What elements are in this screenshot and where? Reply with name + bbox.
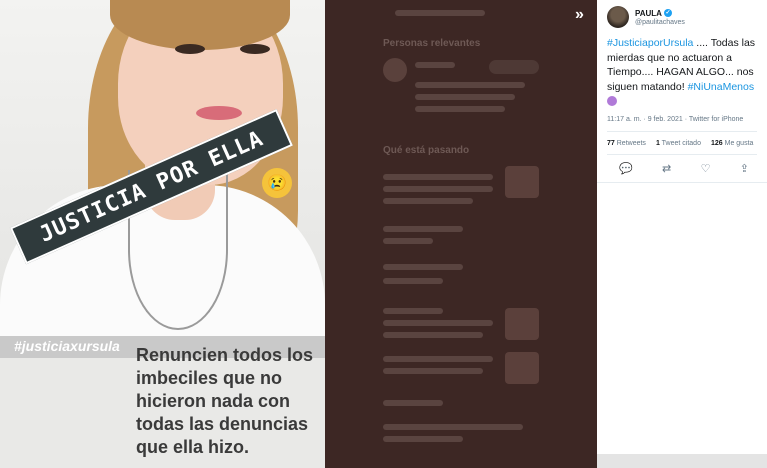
reply-icon[interactable]: 💬	[619, 162, 633, 175]
backdrop-line	[383, 308, 443, 314]
tweet-header: PAULA ✓ @paulitachaves	[607, 6, 685, 28]
crying-emoji-icon: 😢	[262, 168, 292, 198]
backdrop-line	[383, 368, 483, 374]
author-handle[interactable]: @paulitachaves	[635, 19, 685, 26]
likes-label: Me gusta	[724, 140, 754, 147]
retweets-stat[interactable]: 77 Retweets	[607, 140, 646, 147]
backdrop-line	[415, 106, 505, 112]
likes-stat[interactable]: 126 Me gusta	[711, 140, 753, 147]
likes-count: 126	[710, 140, 723, 147]
backdrop-line	[383, 238, 433, 244]
retweets-label: Retweets	[616, 140, 646, 147]
backdrop-follow-pill	[489, 60, 539, 74]
author-names: PAULA ✓ @paulitachaves	[635, 9, 685, 26]
backdrop-avatar	[383, 58, 407, 82]
hashtag-link[interactable]: #JusticiaporUrsula	[607, 37, 693, 49]
backdrop-line	[415, 62, 455, 68]
backdrop-line	[383, 278, 443, 284]
photo-eye-left	[175, 44, 205, 54]
dimmed-twitter-backdrop: » Personas relevantes Qué está pasando	[325, 0, 597, 468]
panel-bottom-bar	[597, 454, 767, 468]
backdrop-line	[383, 174, 493, 180]
story-image: JUSTICIA POR ELLA 😢 #justiciaxursula Ren…	[0, 0, 325, 468]
backdrop-line	[383, 356, 493, 362]
avatar[interactable]	[607, 6, 629, 28]
double-chevron-right-icon[interactable]: »	[575, 6, 584, 24]
story-hashtag: #justiciaxursula	[14, 338, 120, 354]
quotes-label: Tweet citado	[661, 140, 701, 147]
backdrop-line	[383, 226, 463, 232]
tweet-stats: 77 Retweets 1 Tweet citado 126 Me gusta	[607, 140, 753, 147]
verified-badge-icon: ✓	[663, 9, 672, 17]
backdrop-section-whats-happening: Qué está pasando	[383, 145, 470, 156]
screenshot-composite: JUSTICIA POR ELLA 😢 #justiciaxursula Ren…	[0, 0, 767, 468]
backdrop-section-relevant-people: Personas relevantes	[383, 38, 481, 49]
backdrop-line	[383, 198, 473, 204]
backdrop-line	[383, 186, 493, 192]
backdrop-search-placeholder	[395, 10, 485, 16]
backdrop-line	[383, 320, 493, 326]
tweet-card: PAULA ✓ @paulitachaves #JusticiaporUrsul…	[597, 0, 767, 468]
quotes-count: 1	[655, 140, 660, 147]
tweet-actions: 💬 ⇄ ♡ ⇪	[619, 162, 749, 175]
tweet-timestamp[interactable]: 11:17 a. m. · 9 feb. 2021 · Twitter for …	[607, 116, 743, 123]
backdrop-thumbnail	[505, 166, 539, 198]
backdrop-line	[415, 82, 525, 88]
backdrop-thumbnail	[505, 308, 539, 340]
backdrop-line	[383, 264, 463, 270]
hashtag-link[interactable]: #NiUnaMenos	[688, 81, 755, 93]
divider	[607, 131, 757, 132]
like-icon[interactable]: ♡	[701, 162, 711, 175]
story-caption: Renuncien todos los imbeciles que no hic…	[136, 345, 314, 457]
divider	[597, 182, 767, 183]
backdrop-line	[415, 94, 515, 100]
story-photo: JUSTICIA POR ELLA 😢	[0, 0, 325, 336]
backdrop-line	[383, 400, 443, 406]
divider	[607, 154, 757, 155]
backdrop-line	[383, 424, 523, 430]
retweets-count: 77	[607, 140, 615, 147]
photo-eye-right	[240, 44, 270, 54]
author-display-name[interactable]: PAULA ✓	[635, 9, 685, 18]
share-icon[interactable]: ⇪	[740, 162, 749, 175]
tweet-text: #JusticiaporUrsula .... Todas las mierda…	[607, 36, 762, 109]
backdrop-thumbnail	[505, 352, 539, 384]
purple-emoji-icon	[607, 96, 617, 107]
photo-lips	[196, 106, 242, 120]
backdrop-line	[383, 332, 483, 338]
display-name-text: PAULA	[635, 8, 662, 18]
retweet-icon[interactable]: ⇄	[662, 162, 671, 175]
quotes-stat[interactable]: 1 Tweet citado	[656, 140, 701, 147]
backdrop-line	[383, 436, 463, 442]
